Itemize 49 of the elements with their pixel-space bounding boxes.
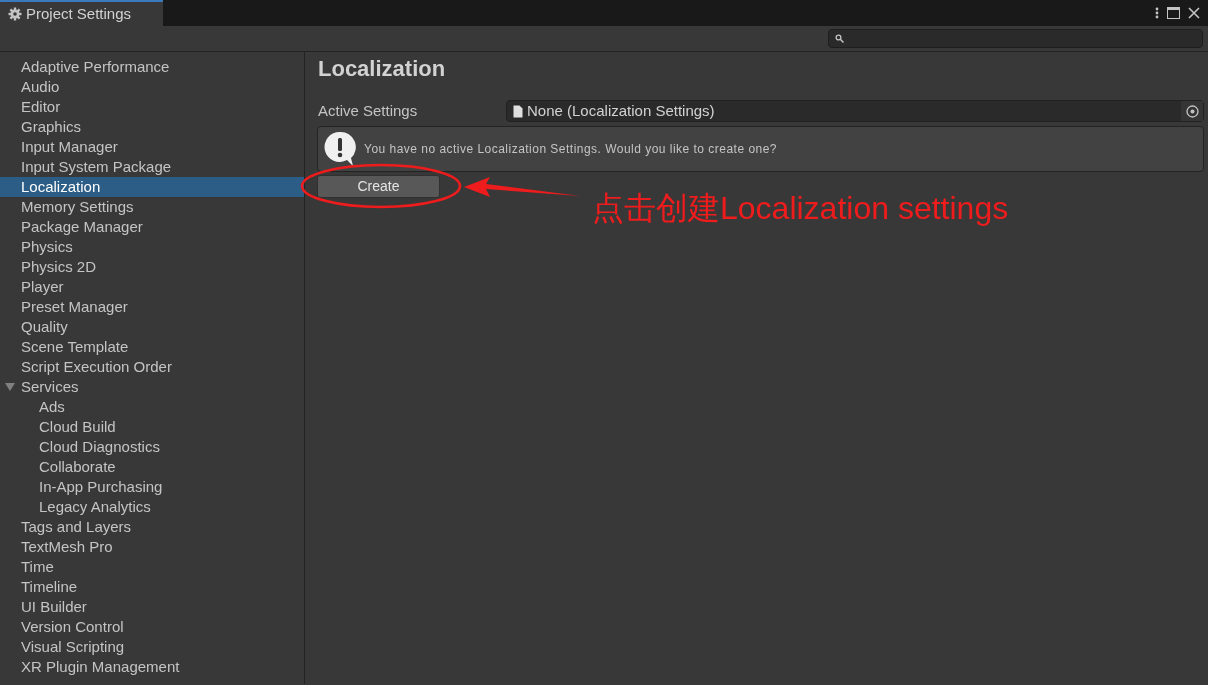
sidebar-item[interactable]: Player (0, 277, 304, 297)
sidebar-item[interactable]: Graphics (0, 117, 304, 137)
sidebar-item[interactable]: Adaptive Performance (0, 57, 304, 77)
sidebar-item[interactable]: Version Control (0, 617, 304, 637)
sidebar-item[interactable]: Ads (0, 397, 304, 417)
sidebar-item[interactable]: Editor (0, 97, 304, 117)
settings-icon (8, 7, 22, 21)
sidebar-item[interactable]: Visual Scripting (0, 637, 304, 657)
sidebar-item[interactable]: Memory Settings (0, 197, 304, 217)
field-label: Active Settings (317, 100, 419, 121)
sidebar-item[interactable]: Localization (0, 177, 304, 197)
search-field[interactable] (828, 29, 1203, 48)
sidebar-item[interactable]: Quality (0, 317, 304, 337)
sidebar-item[interactable]: In-App Purchasing (0, 477, 304, 497)
sidebar-item[interactable]: Preset Manager (0, 297, 304, 317)
sidebar-item[interactable]: Cloud Diagnostics (0, 437, 304, 457)
window-tab[interactable]: Project Settings (0, 0, 163, 26)
warning-message: You have no active Localization Settings. Would you like to create one? (364, 141, 777, 158)
object-field[interactable]: None (Localization Settings) (506, 100, 1204, 122)
create-button[interactable]: Create (317, 175, 440, 198)
sidebar-item[interactable]: Physics 2D (0, 257, 304, 277)
sidebar-item[interactable]: Input Manager (0, 137, 304, 157)
maximize-icon[interactable] (1167, 7, 1180, 19)
object-picker[interactable] (1181, 101, 1203, 121)
sidebar-item[interactable]: Time (0, 557, 304, 577)
sidebar-item[interactable]: TextMesh Pro (0, 537, 304, 557)
sidebar-item[interactable]: Physics (0, 237, 304, 257)
sidebar-item[interactable]: Tags and Layers (0, 517, 304, 537)
sidebar-item[interactable]: Package Manager (0, 217, 304, 237)
sidebar-item[interactable]: Timeline (0, 577, 304, 597)
sidebar-item[interactable]: Input System Package (0, 157, 304, 177)
sidebar-item[interactable]: Scene Template (0, 337, 304, 357)
warning-icon (324, 131, 356, 167)
more-options-icon[interactable] (1155, 7, 1159, 19)
target-icon (1185, 104, 1199, 118)
sidebar-item[interactable]: Services (0, 377, 304, 397)
sidebar-item[interactable]: Legacy Analytics (0, 497, 304, 517)
sidebar-item[interactable]: Collaborate (0, 457, 304, 477)
sidebar-item[interactable]: XR Plugin Management (0, 657, 304, 677)
sidebar-item[interactable]: UI Builder (0, 597, 304, 617)
annotation-text: 点击创建Localization settings (592, 189, 1009, 228)
close-icon[interactable] (1188, 7, 1200, 19)
document-icon (513, 104, 523, 118)
sidebar-item[interactable]: Cloud Build (0, 417, 304, 437)
sidebar-item[interactable]: Script Execution Order (0, 357, 304, 377)
search-icon (835, 34, 844, 43)
expanded-arrow-icon[interactable] (5, 382, 15, 392)
page-title: Localization (317, 55, 447, 83)
sidebar-item[interactable]: Audio (0, 77, 304, 97)
